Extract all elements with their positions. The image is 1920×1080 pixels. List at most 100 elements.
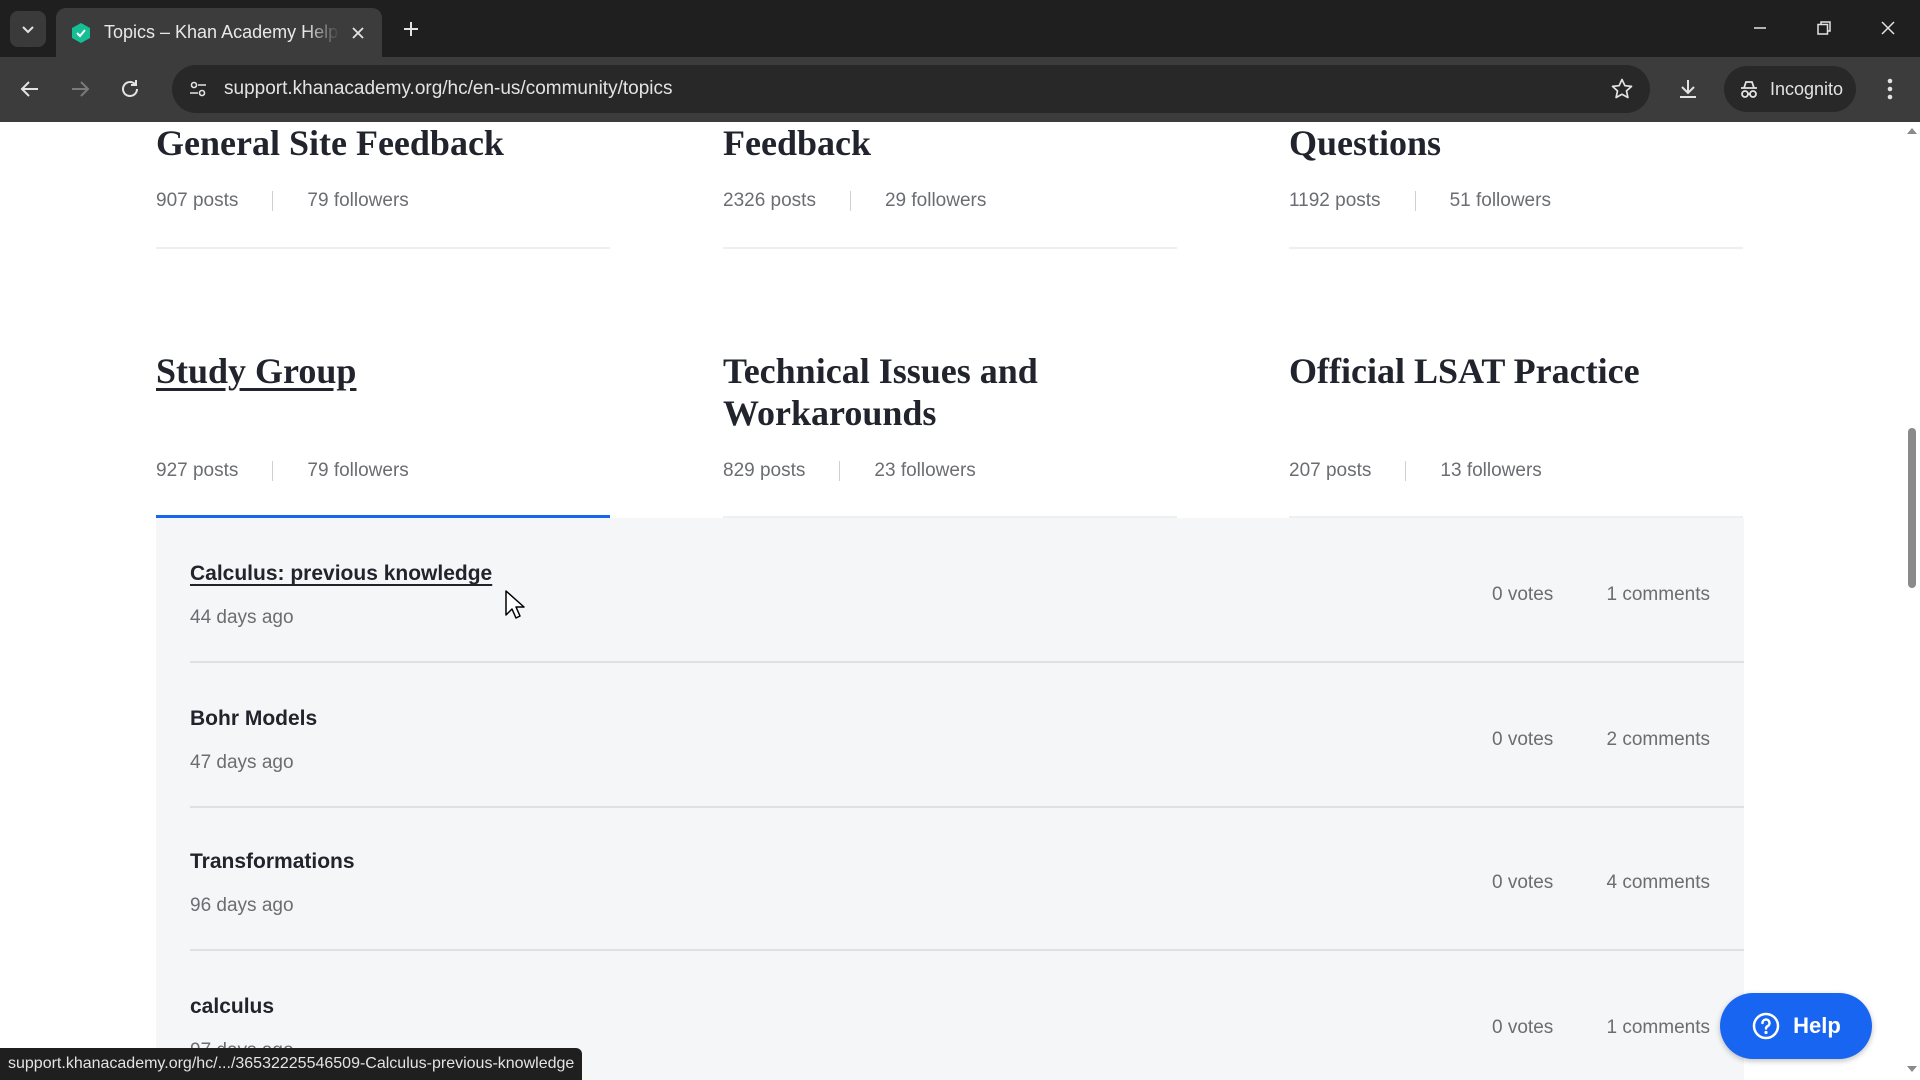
topic-followers-count: 51 followers (1449, 190, 1551, 211)
khan-academy-favicon (70, 22, 92, 44)
close-icon (1881, 21, 1895, 35)
tab-title: Topics – Khan Academy Help Center (104, 22, 340, 42)
topic-meta: 927 posts 79 followers (156, 460, 409, 482)
browser-toolbar: support.khanacademy.org/hc/en-us/communi… (0, 57, 1920, 122)
post-title-link[interactable]: Transformations (190, 850, 355, 874)
topic-meta: 907 posts 79 followers (156, 190, 409, 212)
topic-card[interactable]: Study Group 927 posts 79 followers (156, 350, 610, 522)
topic-card[interactable]: Questions 1192 posts 51 followers (1289, 122, 1743, 250)
page-scrollbar[interactable] (1904, 122, 1920, 1080)
scroll-up-arrow-icon[interactable] (1906, 126, 1918, 136)
topic-card[interactable]: Feedback 2326 posts 29 followers (723, 122, 1177, 250)
post-age: 44 days ago (190, 607, 294, 628)
post-votes: 0 votes (1492, 584, 1554, 605)
topic-meta: 1192 posts 51 followers (1289, 190, 1551, 212)
restore-icon (1817, 21, 1831, 35)
incognito-badge[interactable]: Incognito (1724, 66, 1856, 112)
post-list-item[interactable]: Calculus: previous knowledge 44 days ago… (190, 518, 1744, 663)
topic-divider (1289, 247, 1743, 249)
chevron-down-icon (22, 26, 34, 34)
topic-posts-count: 1192 posts (1289, 190, 1381, 211)
topic-card[interactable]: General Site Feedback 907 posts 79 follo… (156, 122, 610, 250)
topic-card[interactable]: Official LSAT Practice 207 posts 13 foll… (1289, 350, 1743, 522)
meta-separator (1405, 461, 1407, 481)
topic-title-link[interactable]: Study Group (156, 350, 610, 392)
topic-title[interactable]: Official LSAT Practice (1289, 350, 1743, 392)
help-button-label: Help (1793, 1013, 1841, 1038)
topic-posts-panel: Calculus: previous knowledge 44 days ago… (156, 518, 1744, 1080)
topic-title[interactable]: Technical Issues and Workarounds (723, 350, 1103, 434)
topic-posts-count: 907 posts (156, 190, 239, 211)
topic-meta: 829 posts 23 followers (723, 460, 976, 482)
post-votes: 0 votes (1492, 729, 1554, 750)
meta-separator (272, 461, 274, 481)
incognito-label: Incognito (1770, 78, 1844, 99)
topic-title[interactable]: General Site Feedback (156, 122, 610, 164)
topic-followers-count: 79 followers (307, 190, 409, 211)
reload-button[interactable] (112, 71, 148, 107)
post-comments: 2 comments (1606, 729, 1710, 750)
help-button[interactable]: Help (1720, 993, 1872, 1059)
forward-arrow-icon (72, 81, 90, 97)
tab-search-button[interactable] (10, 11, 46, 47)
post-title-link[interactable]: Bohr Models (190, 707, 317, 731)
topic-posts-count: 207 posts (1289, 460, 1372, 481)
post-comments: 1 comments (1606, 584, 1710, 605)
minimize-icon (1754, 27, 1766, 29)
meta-separator (1414, 191, 1416, 211)
close-window-button[interactable] (1870, 12, 1906, 44)
topic-posts-count: 2326 posts (723, 190, 816, 211)
topic-divider (156, 247, 610, 249)
question-circle-icon (1752, 1012, 1780, 1040)
page-viewport: General Site Feedback 907 posts 79 follo… (0, 122, 1920, 1080)
more-vert-icon (1887, 78, 1893, 100)
site-settings-icon[interactable] (178, 69, 218, 109)
topic-meta: 2326 posts 29 followers (723, 190, 986, 212)
browser-menu-button[interactable] (1872, 71, 1908, 107)
meta-separator (849, 191, 851, 211)
scrollbar-thumb[interactable] (1908, 428, 1916, 588)
new-tab-button[interactable] (396, 14, 426, 44)
post-comments: 4 comments (1606, 872, 1710, 893)
status-url-text: support.khanacademy.org/hc/.../365322255… (8, 1055, 575, 1072)
forward-button[interactable] (62, 71, 98, 107)
topic-divider (723, 247, 1177, 249)
back-button[interactable] (12, 71, 48, 107)
topic-followers-count: 79 followers (307, 460, 409, 481)
topic-posts-count: 927 posts (156, 460, 239, 481)
link-status-bar: support.khanacademy.org/hc/.../365322255… (0, 1048, 583, 1080)
browser-tab-strip: Topics – Khan Academy Help Center (0, 0, 1920, 57)
plus-icon (404, 22, 418, 36)
url-text: support.khanacademy.org/hc/en-us/communi… (224, 78, 673, 99)
address-bar[interactable]: support.khanacademy.org/hc/en-us/communi… (172, 65, 1650, 113)
topic-meta: 207 posts 13 followers (1289, 460, 1542, 482)
topic-followers-count: 13 followers (1440, 460, 1542, 481)
download-icon (1680, 80, 1696, 98)
download-button[interactable] (1670, 71, 1706, 107)
post-title-link[interactable]: Calculus: previous knowledge (190, 562, 492, 586)
restore-button[interactable] (1806, 12, 1842, 44)
post-list-item[interactable]: Bohr Models 47 days ago 0 votes 2 commen… (190, 663, 1744, 808)
star-icon[interactable] (1608, 75, 1636, 103)
topic-title[interactable]: Questions (1289, 122, 1743, 164)
back-arrow-icon (20, 81, 38, 97)
post-title-link[interactable]: calculus (190, 995, 274, 1019)
topic-followers-count: 29 followers (884, 190, 987, 211)
topic-posts-count: 829 posts (723, 460, 806, 481)
incognito-icon (1741, 81, 1757, 98)
post-votes: 0 votes (1492, 872, 1554, 893)
meta-separator (839, 461, 841, 481)
post-age: 47 days ago (190, 752, 294, 773)
post-votes: 0 votes (1492, 1017, 1554, 1038)
minimize-button[interactable] (1742, 12, 1778, 44)
post-comments: 1 comments (1606, 1017, 1710, 1038)
meta-separator (272, 191, 274, 211)
close-icon[interactable] (346, 21, 370, 45)
post-age: 96 days ago (190, 895, 294, 916)
post-list-item[interactable]: Transformations 96 days ago 0 votes 4 co… (190, 806, 1744, 951)
cursor-arrow-icon (505, 590, 525, 619)
scroll-down-arrow-icon[interactable] (1906, 1064, 1918, 1074)
topic-card[interactable]: Technical Issues and Workarounds 829 pos… (723, 350, 1177, 522)
topic-title[interactable]: Feedback (723, 122, 1177, 164)
browser-tab-active[interactable]: Topics – Khan Academy Help Center (56, 8, 382, 57)
